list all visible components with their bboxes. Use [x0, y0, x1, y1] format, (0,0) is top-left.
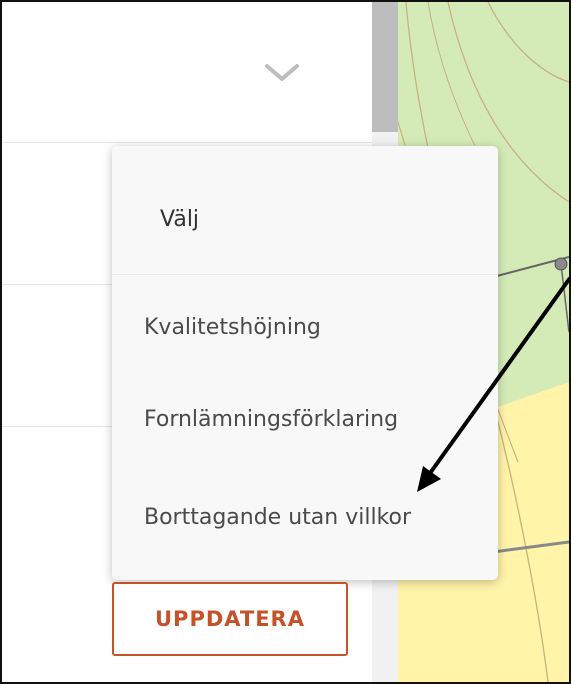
- dropdown-option-kvalitetshojning[interactable]: Kvalitetshöjning: [144, 296, 530, 360]
- dropdown-selected-value[interactable]: Välj: [160, 188, 546, 252]
- row-divider: [2, 142, 372, 143]
- scrollbar-thumb[interactable]: [372, 2, 398, 132]
- update-button[interactable]: UPPDATERA: [112, 582, 348, 656]
- dropdown-option-borttagande[interactable]: Borttagande utan villkor: [144, 486, 530, 550]
- screenshot-frame: Välj Kvalitetshöjning Fornlämningsförkla…: [0, 0, 571, 684]
- dropdown-menu: Välj Kvalitetshöjning Fornlämningsförkla…: [112, 146, 498, 580]
- dropdown-option-label: Borttagande utan villkor: [144, 505, 412, 530]
- chevron-down-icon[interactable]: [264, 62, 300, 84]
- dropdown-selected-label: Välj: [160, 207, 200, 232]
- dropdown-option-label: Kvalitetshöjning: [144, 315, 321, 340]
- dropdown-option-label: Fornlämningsförklaring: [144, 407, 399, 432]
- dropdown-option-fornlamningsforklaring[interactable]: Fornlämningsförklaring: [144, 388, 530, 452]
- dropdown-divider: [112, 274, 498, 275]
